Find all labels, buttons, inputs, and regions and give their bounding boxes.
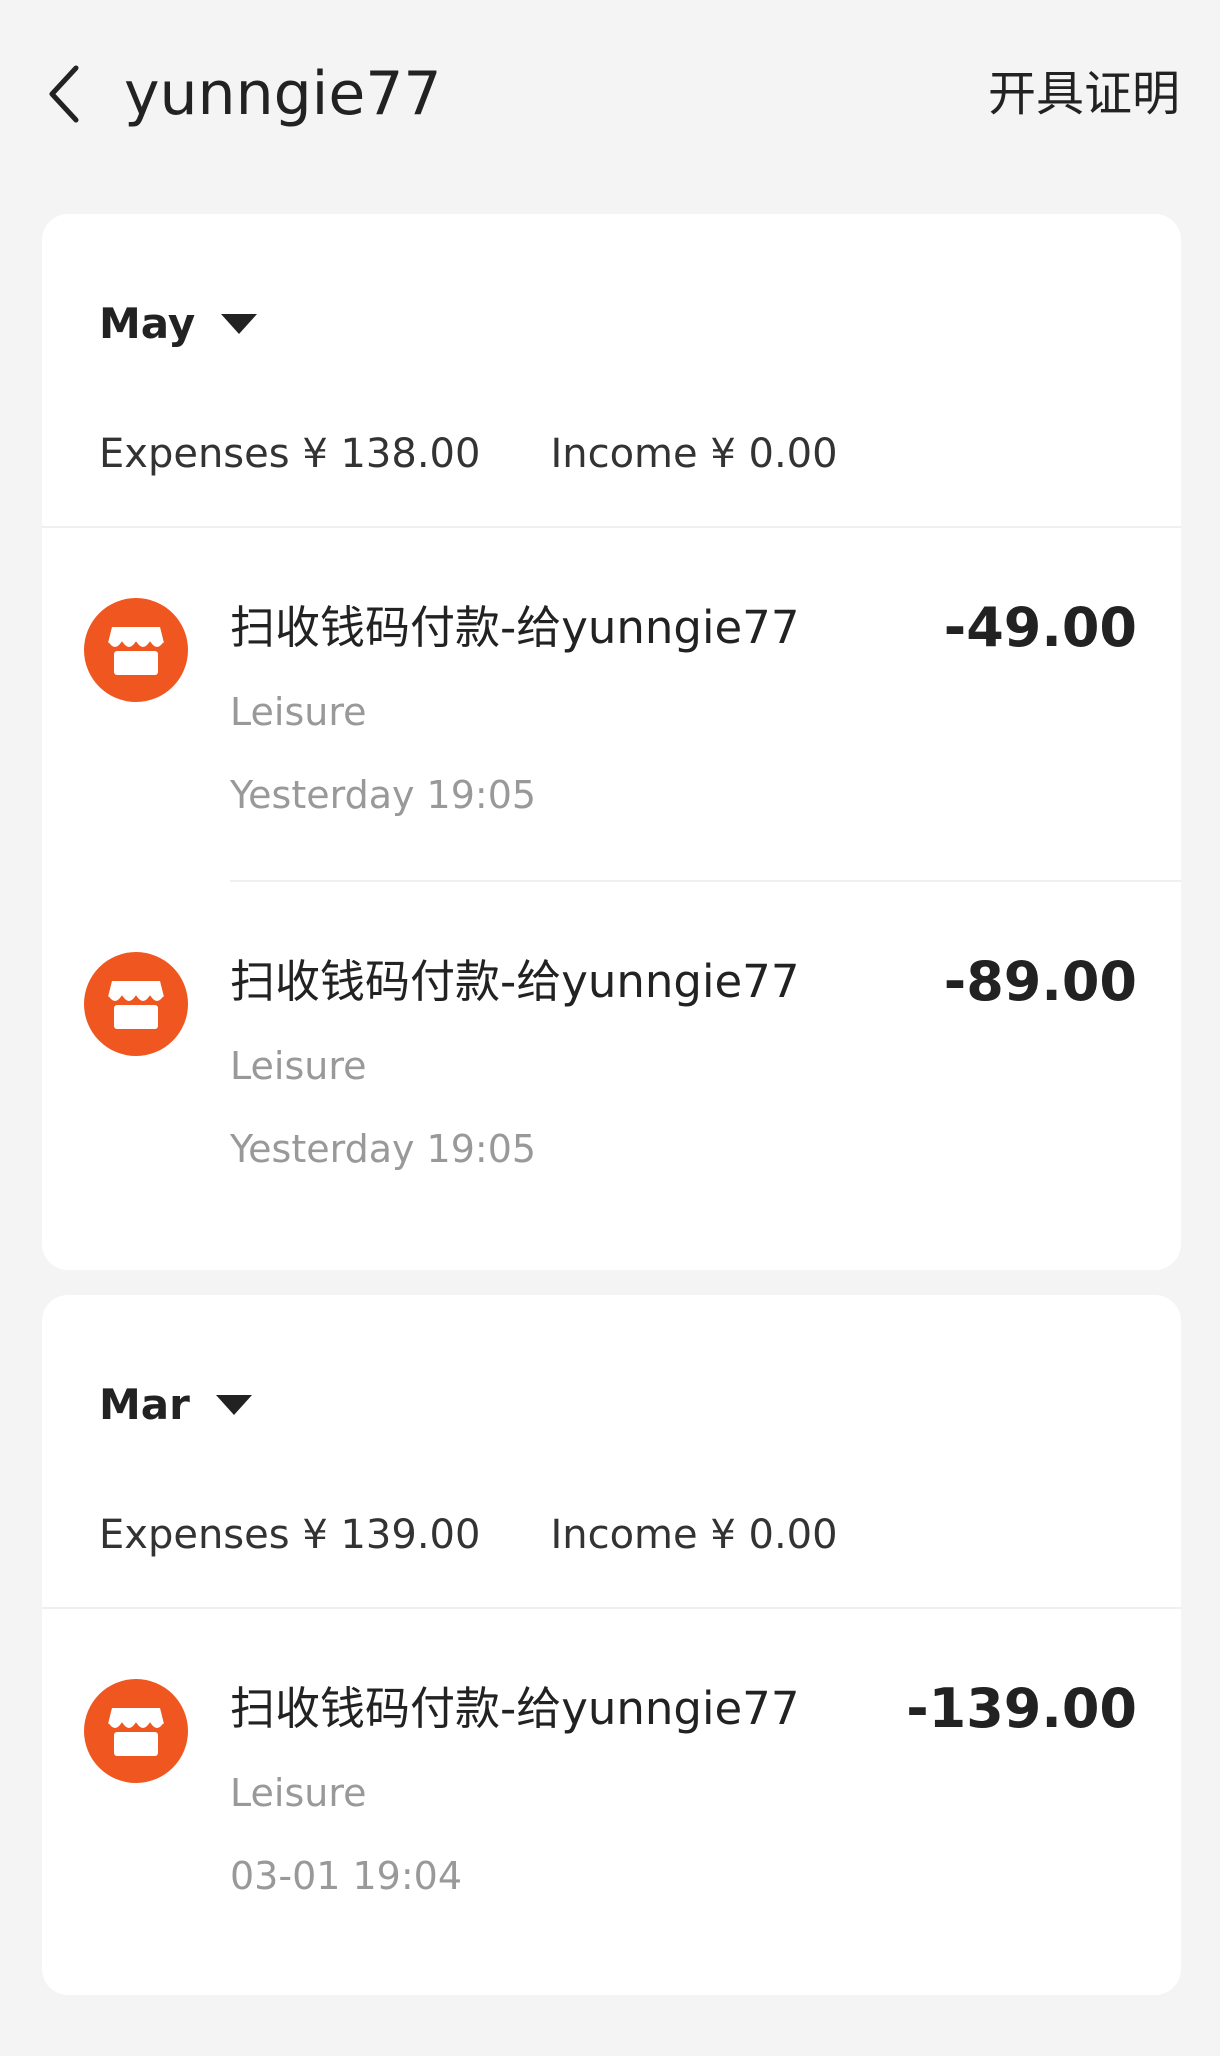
month-selector[interactable]: Mar [99, 1377, 252, 1433]
transaction-category: Leisure [230, 1044, 367, 1088]
transaction-category: Leisure [230, 690, 367, 734]
transaction-time: Yesterday 19:05 [230, 1127, 537, 1171]
income-value: ¥ 0.00 [710, 1512, 838, 1558]
page-title: yunngie77 [124, 59, 442, 129]
month-label: May [99, 299, 196, 348]
income-label: Income [550, 1512, 698, 1558]
caret-down-icon [215, 1395, 252, 1415]
expenses-summary: Expenses ¥ 139.00 [99, 1507, 480, 1563]
transaction-row[interactable]: 扫收钱码付款-给yunngie77 -89.00 Leisure Yesterd… [42, 882, 1181, 1236]
issue-certificate-button[interactable]: 开具证明 [988, 62, 1180, 126]
expenses-value: ¥ 138.00 [302, 431, 481, 477]
month-label: Mar [99, 1380, 190, 1429]
income-summary: Income ¥ 0.00 [550, 1507, 837, 1563]
expenses-summary: Expenses ¥ 138.00 [99, 426, 480, 482]
income-summary: Income ¥ 0.00 [550, 426, 837, 482]
month-card-mar: Mar Expenses ¥ 139.00 Income ¥ 0.00 扫收钱码… [42, 1295, 1181, 1995]
top-bar: yunngie77 开具证明 [0, 0, 1220, 190]
expenses-value: ¥ 139.00 [302, 1512, 481, 1558]
month-card-may: May Expenses ¥ 138.00 Income ¥ 0.00 扫收钱码… [42, 214, 1181, 1270]
transaction-row[interactable]: 扫收钱码付款-给yunngie77 -139.00 Leisure 03-01 … [42, 1609, 1181, 1963]
month-summary-header: Mar Expenses ¥ 139.00 Income ¥ 0.00 [42, 1295, 1181, 1609]
month-summary: Expenses ¥ 139.00 Income ¥ 0.00 [99, 1507, 838, 1563]
expenses-label: Expenses [99, 1512, 290, 1558]
transaction-name: 扫收钱码付款-给yunngie77 [230, 1682, 800, 1735]
transaction-name: 扫收钱码付款-给yunngie77 [230, 601, 800, 654]
transaction-row[interactable]: 扫收钱码付款-给yunngie77 -49.00 Leisure Yesterd… [42, 528, 1181, 882]
caret-down-icon [221, 314, 258, 334]
back-button[interactable] [38, 62, 90, 126]
transaction-amount: -49.00 [943, 596, 1137, 659]
month-summary: Expenses ¥ 138.00 Income ¥ 0.00 [99, 426, 838, 482]
income-label: Income [550, 431, 698, 477]
chevron-left-icon [49, 65, 79, 123]
expenses-label: Expenses [99, 431, 290, 477]
transaction-amount: -139.00 [906, 1677, 1137, 1740]
store-icon [84, 598, 188, 702]
income-value: ¥ 0.00 [710, 431, 838, 477]
transaction-time: 03-01 19:04 [230, 1854, 463, 1898]
transaction-category: Leisure [230, 1771, 367, 1815]
month-selector[interactable]: May [99, 296, 258, 352]
transaction-name: 扫收钱码付款-给yunngie77 [230, 955, 800, 1008]
month-summary-header: May Expenses ¥ 138.00 Income ¥ 0.00 [42, 214, 1181, 528]
transaction-time: Yesterday 19:05 [230, 773, 537, 817]
store-icon [84, 1679, 188, 1783]
transaction-amount: -89.00 [943, 950, 1137, 1013]
store-icon [84, 952, 188, 1056]
